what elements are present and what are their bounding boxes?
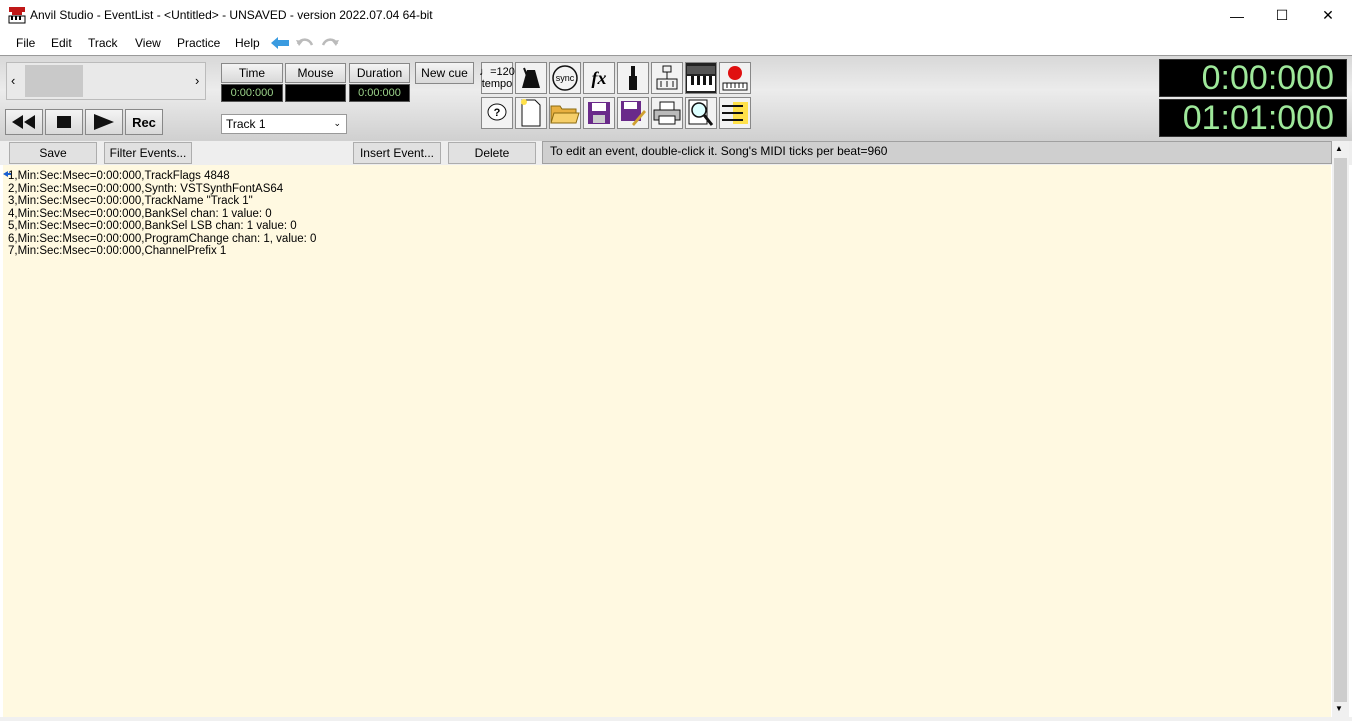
clock-measure-display: 01:01:000 [1159, 99, 1347, 137]
time-button[interactable]: Time [221, 63, 283, 83]
clock-time-display: 0:00:000 [1159, 59, 1347, 97]
record-keyboard-icon [722, 66, 748, 91]
fx-icon: fx [591, 67, 607, 88]
event-row[interactable]: 2,Min:Sec:Msec=0:00:000,Synth: VSTSynthF… [8, 183, 283, 196]
track-select-value: Track 1 [226, 117, 266, 131]
duration-display: 0:00:000 [349, 84, 410, 102]
scrollbar-thumb[interactable] [1334, 158, 1347, 702]
maximize-icon: ☐ [1275, 7, 1289, 23]
printer-icon [653, 101, 681, 125]
new-cue-button[interactable]: New cue [415, 62, 474, 84]
help-icon: ? [487, 103, 507, 121]
scroll-down-icon[interactable]: ▼ [1335, 704, 1343, 713]
track-select[interactable]: Track 1 ⌄ [221, 114, 347, 134]
eventlist-hint: To edit an event, double-click it. Song'… [542, 141, 1332, 164]
menu-view[interactable]: View [135, 36, 161, 50]
scroll-right-icon[interactable]: › [195, 73, 199, 88]
rewind-icon [12, 115, 35, 129]
metronome-button[interactable] [515, 62, 547, 94]
window-title: Anvil Studio - EventList - <Untitled> - … [30, 8, 433, 22]
minimize-icon: — [1230, 7, 1244, 24]
close-icon: ✕ [1322, 7, 1334, 23]
maximize-button[interactable]: ☐ [1259, 0, 1305, 31]
event-row[interactable]: 1,Min:Sec:Msec=0:00:000,TrackFlags 4848 [8, 170, 230, 183]
menu-bar: File Edit Track View Practice Help [0, 31, 1352, 55]
save-button[interactable]: Save [9, 142, 97, 164]
magnifier-icon [688, 99, 714, 126]
play-icon [94, 114, 114, 130]
open-file-button[interactable] [549, 97, 581, 129]
title-bar: Anvil Studio - EventList - <Untitled> - … [0, 0, 1352, 31]
close-button[interactable]: ✕ [1305, 0, 1351, 31]
insert-event-button[interactable]: Insert Event... [353, 142, 441, 164]
play-button[interactable] [85, 109, 123, 135]
mouse-button[interactable]: Mouse [285, 63, 346, 83]
menu-edit[interactable]: Edit [51, 36, 72, 50]
record-button[interactable]: Rec [125, 109, 163, 135]
back-arrow-icon[interactable] [270, 36, 290, 53]
tempo-button[interactable]: ♩=120 tempo [479, 62, 515, 94]
window-bottom-border [0, 717, 1352, 721]
menu-practice[interactable]: Practice [177, 36, 220, 50]
open-folder-icon [550, 105, 580, 124]
mouse-display [285, 84, 346, 102]
undo-icon[interactable] [295, 36, 315, 53]
audio-jack-icon [629, 66, 637, 90]
event-row[interactable]: 6,Min:Sec:Msec=0:00:000,ProgramChange ch… [8, 233, 316, 246]
metronome-icon [522, 67, 540, 88]
tempo-label: tempo [481, 78, 513, 90]
scroll-up-icon[interactable]: ▲ [1335, 144, 1343, 153]
mixer-icon [656, 65, 678, 90]
effects-button[interactable]: fx [583, 62, 615, 94]
svg-text:?: ? [494, 107, 501, 119]
stop-icon [57, 116, 71, 128]
event-list[interactable]: 1,Min:Sec:Msec=0:00:000,TrackFlags 4848 … [3, 165, 1331, 717]
chevron-down-icon: ⌄ [333, 118, 341, 128]
save-disk-icon [588, 102, 610, 124]
track-list-icon [722, 102, 748, 124]
sync-icon: sync [552, 65, 578, 91]
save-as-icon [621, 101, 646, 126]
time-display: 0:00:000 [221, 84, 283, 102]
menu-help[interactable]: Help [235, 36, 260, 50]
mixer-button[interactable] [651, 62, 683, 94]
print-button[interactable] [651, 97, 683, 129]
sync-button[interactable]: sync [549, 62, 581, 94]
rewind-button[interactable] [5, 109, 43, 135]
new-file-button[interactable] [515, 97, 547, 129]
record-midi-button[interactable] [719, 62, 751, 94]
menu-track[interactable]: Track [88, 36, 118, 50]
redo-icon[interactable] [320, 36, 340, 53]
scroller-thumb[interactable] [25, 65, 83, 97]
event-row[interactable]: 4,Min:Sec:Msec=0:00:000,BankSel chan: 1 … [8, 208, 272, 221]
sync-label: sync [556, 73, 575, 83]
save-as-button[interactable] [617, 97, 649, 129]
synthesizer-icon [687, 66, 715, 91]
tempo-value: =120 [490, 66, 515, 78]
stop-button[interactable] [45, 109, 83, 135]
track-list-button[interactable] [719, 97, 751, 129]
event-row[interactable]: 3,Min:Sec:Msec=0:00:000,TrackName "Track… [8, 195, 253, 208]
help-button[interactable]: ? [481, 97, 513, 129]
menu-file[interactable]: File [16, 36, 35, 50]
audio-input-button[interactable] [617, 62, 649, 94]
app-logo-icon [8, 6, 26, 24]
filter-events-button[interactable]: Filter Events... [104, 142, 192, 164]
save-file-button[interactable] [583, 97, 615, 129]
song-scroller[interactable]: ‹ › [6, 62, 206, 100]
note-icon: ♩ [479, 66, 491, 78]
synth-button[interactable] [685, 62, 717, 94]
new-file-icon [521, 99, 541, 127]
delete-button[interactable]: Delete [448, 142, 536, 164]
event-row[interactable]: 7,Min:Sec:Msec=0:00:000,ChannelPrefix 1 [8, 245, 226, 258]
scroll-left-icon[interactable]: ‹ [11, 73, 15, 88]
minimize-button[interactable]: — [1214, 0, 1260, 31]
zoom-button[interactable] [685, 97, 717, 129]
event-row[interactable]: 5,Min:Sec:Msec=0:00:000,BankSel LSB chan… [8, 220, 297, 233]
duration-button[interactable]: Duration [349, 63, 410, 83]
